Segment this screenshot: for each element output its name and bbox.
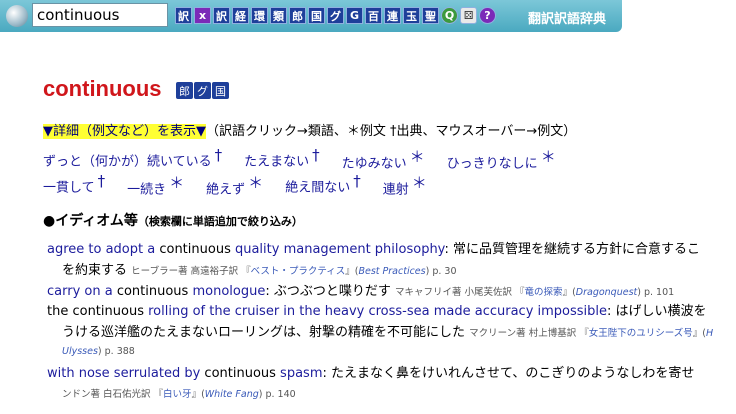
headword-badge-gu[interactable]: グ (194, 82, 211, 99)
show-details-toggle[interactable]: ▼詳細（例文など）を表示▼ (43, 124, 206, 139)
translation-link[interactable]: 一続き＊ (127, 172, 184, 197)
dict-button-yaku[interactable]: 訳 (175, 7, 192, 24)
idiom-phrase-link[interactable]: rolling of the cruiser in the heavy cros… (144, 304, 607, 319)
idiom-example: carry on a continuous monologue: ぶつぶつと喋り… (47, 284, 675, 299)
idiom-phrase-link[interactable]: carry on a (47, 284, 117, 299)
idiom-example-cont: うける巡洋艦のたえまないローリングは、射撃の精確を不可能にした マクリーン著 村… (62, 325, 714, 340)
translation-link[interactable]: ずっと（何かが）続いている † (43, 146, 222, 171)
translations-row-2: 一貫して † 一続き＊ 絶えず＊ 絶え間ない † 連射＊ (43, 172, 427, 197)
help-icon[interactable]: ? (479, 7, 496, 24)
dict-button-kei[interactable]: 経 (232, 7, 249, 24)
translation-link[interactable]: 一貫して † (43, 172, 105, 197)
idiom-source: マキャフリイ著 小尾芙佐訳 『竜の探索』(Dragonquest) p. 101 (395, 287, 675, 298)
dict-button-gu[interactable]: グ (327, 7, 344, 24)
idiom-example: with nose serrulated by continuous spasm… (47, 366, 695, 381)
translation-link[interactable]: ひっきりなしに＊ (447, 146, 556, 171)
dict-button-koku[interactable]: 国 (308, 7, 325, 24)
idiom-phrase-link[interactable]: spasm (276, 366, 322, 381)
dice-icon[interactable]: ⚄ (460, 7, 477, 24)
idiom-phrase-link[interactable]: agree to adopt a (47, 242, 159, 257)
idiom-example: agree to adopt a continuous quality mana… (47, 242, 700, 257)
dict-button-gyoku[interactable]: 玉 (403, 7, 420, 24)
translations-row-1: ずっと（何かが）続いている † たえまない † たゆみない＊ ひっきりなしに＊ (43, 146, 556, 171)
headword-badges: 郎 グ 国 (176, 82, 229, 99)
app-logo-icon[interactable] (6, 5, 28, 27)
idiom-source-cont: ンドン著 白石佑光訳 『白い牙』(White Fang) p. 140 (62, 389, 296, 400)
idiom-phrase-link[interactable]: quality management philosophy (231, 242, 444, 257)
headword: continuous (43, 76, 162, 101)
idioms-heading: ●イディオム等（検索欄に単語追加で絞り込み） (43, 213, 303, 229)
dict-button-rui[interactable]: 類 (270, 7, 287, 24)
details-line: ▼詳細（例文など）を表示▼（訳語クリック→類語、＊例文 †出典、マウスオーバー→… (43, 120, 576, 139)
dict-button-kan[interactable]: 環 (251, 7, 268, 24)
headword-badge-ro[interactable]: 郎 (176, 82, 193, 99)
dict-button-ro[interactable]: 郎 (289, 7, 306, 24)
idiom-source: ヒーブラー著 高遠裕子訳 『ベスト・プラクティス』(Best Practices… (131, 266, 457, 277)
dictionary-buttons: 訳 x 訳 経 環 類 郎 国 グ G 百 連 玉 聖 Q ⚄ ? (175, 7, 496, 24)
dict-button-x[interactable]: x (194, 7, 211, 24)
translation-link[interactable]: たえまない † (244, 146, 320, 171)
idioms-heading-note: （検索欄に単語追加で絞り込み） (137, 215, 303, 228)
idiom-phrase-link[interactable]: monologue (188, 284, 265, 299)
idiom-source-cont: Ulysses) p. 388 (62, 346, 135, 357)
idiom-example-cont: を約束する ヒーブラー著 高遠裕子訳 『ベスト・プラクティス』(Best Pra… (62, 263, 457, 278)
headword-badge-koku[interactable]: 国 (212, 82, 229, 99)
dict-button-hyaku[interactable]: 百 (365, 7, 382, 24)
translation-link[interactable]: 絶えず＊ (206, 172, 263, 197)
dict-button-q[interactable]: Q (441, 7, 458, 24)
dict-button-yaku2[interactable]: 訳 (213, 7, 230, 24)
idiom-example: the continuous rolling of the cruiser in… (47, 304, 707, 319)
details-note: （訳語クリック→類語、＊例文 †出典、マウスオーバー→例文） (206, 124, 577, 139)
toolbar: 訳 x 訳 経 環 類 郎 国 グ G 百 連 玉 聖 Q ⚄ ? 翻訳訳語辞典 (0, 0, 622, 32)
translation-link[interactable]: 連射＊ (383, 172, 427, 197)
search-input[interactable] (32, 3, 168, 27)
translation-link[interactable]: 絶え間ない † (285, 172, 361, 197)
idiom-phrase-link[interactable]: with nose serrulated by (47, 366, 204, 381)
dict-button-sei[interactable]: 聖 (422, 7, 439, 24)
translation-link[interactable]: たゆみない＊ (342, 146, 425, 171)
toolbar-dictionary-label[interactable]: 翻訳訳語辞典 (528, 8, 606, 27)
idiom-source: マクリーン著 村上博基訳 『女王陛下のユリシーズ号』(H (469, 328, 714, 339)
dict-button-g[interactable]: G (346, 7, 363, 24)
dict-button-ren[interactable]: 連 (384, 7, 401, 24)
